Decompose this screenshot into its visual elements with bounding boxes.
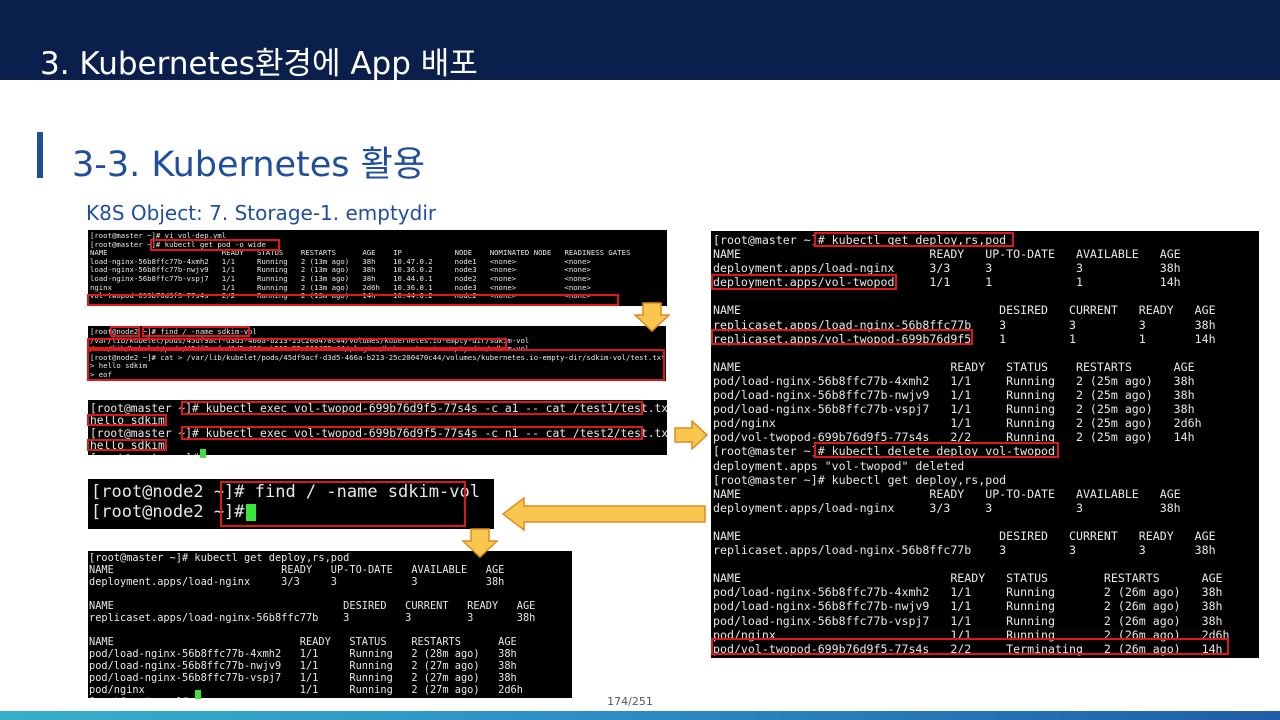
highlight-box bbox=[711, 274, 897, 290]
arrow-down-icon bbox=[634, 302, 670, 332]
section-title: 3-3. Kubernetes 활용 bbox=[72, 145, 426, 185]
highlight-box bbox=[87, 349, 665, 381]
highlight-box bbox=[87, 439, 167, 451]
section-subtitle: K8S Object: 7. Storage-1. emptydir bbox=[86, 201, 437, 225]
highlight-box bbox=[181, 426, 643, 440]
footer-bar bbox=[0, 711, 1280, 720]
cursor-icon bbox=[195, 690, 201, 699]
arrow-down-icon bbox=[462, 528, 498, 558]
highlight-box bbox=[814, 232, 1014, 247]
highlight-box bbox=[150, 239, 280, 251]
page-number: 174/251 bbox=[607, 695, 653, 708]
cursor-icon bbox=[200, 449, 206, 458]
section-accent-bar bbox=[37, 132, 43, 178]
highlight-box bbox=[87, 338, 507, 349]
slide-header: 3. Kubernetes환경에 App 배포 bbox=[0, 0, 1280, 82]
arrow-left-icon bbox=[502, 496, 706, 532]
highlight-box bbox=[87, 414, 167, 426]
terminal-output: [root@master ~]# kubectl get deploy,rs,p… bbox=[89, 552, 536, 698]
highlight-box bbox=[87, 294, 619, 306]
terminal-get-deploy-after: [root@master ~]# kubectl get deploy,rs,p… bbox=[88, 551, 572, 698]
highlight-box bbox=[814, 442, 1059, 458]
arrow-right-icon bbox=[674, 420, 708, 450]
highlight-box bbox=[220, 481, 466, 527]
highlight-box bbox=[110, 326, 140, 337]
highlight-box bbox=[142, 326, 250, 337]
header-title: 3. Kubernetes환경에 App 배포 bbox=[40, 46, 478, 82]
highlight-box bbox=[711, 329, 973, 345]
highlight-box bbox=[181, 401, 643, 415]
highlight-box bbox=[711, 638, 1229, 655]
